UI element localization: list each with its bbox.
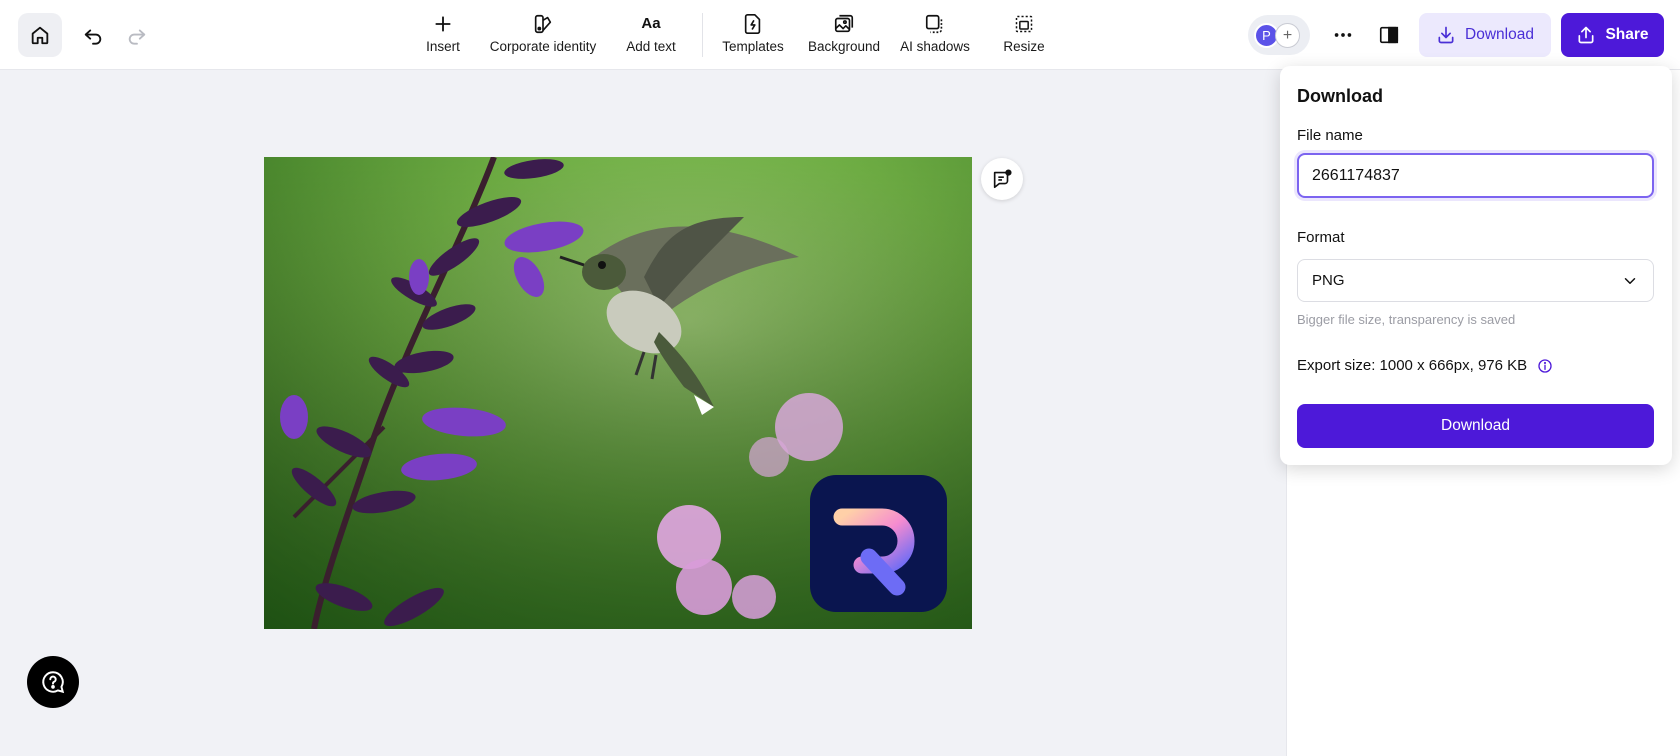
more-icon [1334,33,1352,37]
share-button[interactable]: Share [1561,13,1664,57]
redo-button[interactable] [120,18,154,52]
app-logo [810,475,947,612]
tool-ai-shadows[interactable]: AI shadows [898,12,972,58]
popover-title: Download [1297,86,1383,106]
tool-add-text-label: Add text [626,39,676,54]
resize-icon [1015,15,1033,33]
download-confirm-button[interactable]: Download [1297,404,1654,448]
format-label: Format [1297,229,1345,246]
toolbar-divider [702,13,703,57]
tool-ai-shadows-label: AI shadows [900,39,970,54]
text-icon: Aa [641,15,661,32]
download-button-label: Download [1465,26,1534,43]
share-button-label: Share [1605,26,1649,43]
background-icon [834,14,854,33]
tool-corporate-identity-label: Corporate identity [489,39,597,54]
file-name-label: File name [1297,127,1363,144]
tool-background[interactable]: Background [806,12,882,58]
top-toolbar: Insert Corporate identity Aa Add text Te… [0,0,1680,70]
templates-icon [744,14,761,34]
plus-icon [435,16,451,32]
comment-icon [993,169,1012,189]
export-size-text: Export size: 1000 x 666px, 976 KB [1297,357,1528,374]
tool-templates[interactable]: Templates [720,12,786,58]
chevron-down-icon [1624,277,1636,284]
redo-icon [128,29,146,45]
add-collaborator-button[interactable]: + [1275,23,1300,48]
tool-resize[interactable]: Resize [998,12,1050,58]
comment-button[interactable] [981,158,1023,200]
format-value: PNG [1312,272,1345,289]
plus-icon: + [1282,26,1293,44]
hummingbird-photo [264,157,972,629]
collaborators: P + [1248,15,1310,55]
share-icon [1578,26,1594,44]
format-select[interactable]: PNG [1297,259,1654,302]
file-name-input[interactable] [1297,153,1654,198]
tool-background-label: Background [807,39,881,54]
tool-add-text[interactable]: Aa Add text [620,12,682,58]
tool-corporate-identity[interactable]: Corporate identity [486,12,600,58]
compare-icon [1379,26,1399,44]
home-icon [31,26,49,45]
tool-insert[interactable]: Insert [412,12,474,58]
info-icon[interactable] [1537,358,1553,374]
download-icon [1438,26,1454,44]
more-options-button[interactable] [1326,18,1360,52]
canvas-image[interactable] [264,157,972,629]
format-hint: Bigger file size, transparency is saved [1297,312,1516,327]
undo-button[interactable] [76,18,110,52]
export-size-row: Export size: 1000 x 666px, 976 KB [1297,357,1553,374]
download-button[interactable]: Download [1419,13,1551,57]
help-icon [42,671,65,694]
undo-icon [84,29,102,45]
ai-shadows-icon [925,14,943,34]
home-button[interactable] [18,13,62,57]
tool-resize-label: Resize [1003,39,1045,54]
tool-templates-label: Templates [722,39,784,54]
download-popover: Download File name Format PNG Bigger fil… [1280,66,1672,465]
compare-view-button[interactable] [1372,18,1406,52]
tool-insert-label: Insert [426,39,460,54]
brand-icon [534,14,552,34]
help-button[interactable] [27,656,79,708]
